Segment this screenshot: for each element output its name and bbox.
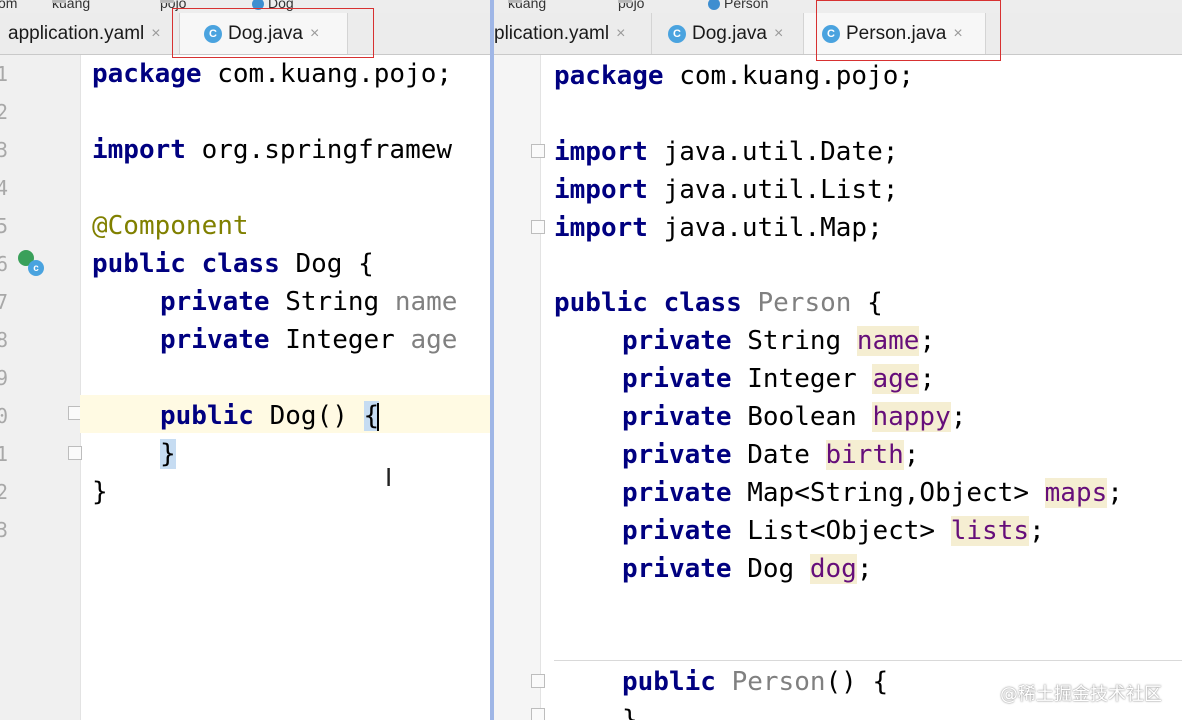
tab-dog-java[interactable]: C Dog.java × (652, 13, 804, 54)
highlight-box (172, 8, 374, 58)
folder-icon (618, 0, 632, 3)
code-line: private Dog dog; (622, 554, 873, 584)
method-separator (554, 660, 1182, 661)
code-editor[interactable]: package com.kuang.pojo; import java.util… (494, 55, 1182, 720)
close-icon[interactable]: × (774, 25, 783, 43)
code-line: import java.util.List; (554, 175, 899, 205)
folder-icon (160, 0, 174, 3)
code-line: } (622, 705, 638, 720)
code-line: private List<Object> lists; (622, 516, 1045, 546)
left-editor-pane: om kuang pojo Dog application.yaml × C D… (0, 0, 490, 720)
code-line: private String name (160, 287, 458, 317)
tab-label: Dog.java (692, 22, 767, 44)
code-line: public Person() { (622, 667, 889, 697)
watermark: @稀土掘金技术社区 (1000, 684, 1162, 705)
text-caret (377, 402, 380, 431)
tab-label: application.yaml (8, 22, 145, 44)
folder-icon (508, 0, 522, 3)
code-line: @Component (92, 211, 249, 241)
java-class-icon: C (668, 24, 686, 43)
code-line: package com.kuang.pojo; (554, 61, 915, 91)
code-line: } (160, 439, 176, 469)
breadcrumb-item[interactable]: kuang (52, 0, 90, 11)
tab-application-yaml[interactable]: application.yaml × (0, 13, 180, 54)
code-line: package com.kuang.pojo; (92, 59, 453, 89)
code-line: private Integer age; (622, 364, 936, 394)
code-line: private Map<String,Object> maps; (622, 478, 1123, 508)
code-editor[interactable]: package com.kuang.pojo; import org.sprin… (0, 55, 490, 720)
code-line: import java.util.Date; (554, 137, 899, 167)
tab-application-yaml[interactable]: plication.yaml × (494, 13, 652, 54)
code-line: public class Person { (554, 288, 883, 318)
class-icon (708, 0, 720, 11)
code-line: } (92, 477, 108, 507)
text-cursor-icon: I (385, 462, 393, 492)
code-line: private Date birth; (622, 440, 920, 470)
folder-icon (52, 0, 66, 3)
breadcrumb-item[interactable]: om (0, 0, 17, 11)
tab-label: plication.yaml (494, 22, 610, 44)
close-icon[interactable]: × (616, 25, 625, 43)
highlight-box (816, 0, 1001, 61)
breadcrumb-item[interactable]: kuang (508, 0, 546, 11)
code-line: import java.util.Map; (554, 213, 883, 243)
right-editor-pane: kuang pojo Person plication.yaml × C Dog… (494, 0, 1182, 720)
close-icon[interactable]: × (151, 25, 160, 43)
breadcrumb-item[interactable]: pojo (618, 0, 644, 11)
code-line: private String name; (622, 326, 936, 356)
code-line: private Boolean happy; (622, 402, 967, 432)
code-line: public class Dog { (92, 249, 374, 279)
breadcrumb-item[interactable]: Person (708, 0, 768, 11)
code-line: public Dog() { (160, 401, 380, 431)
code-line: import org.springframew (92, 135, 453, 165)
code-line: private Integer age (160, 325, 458, 355)
